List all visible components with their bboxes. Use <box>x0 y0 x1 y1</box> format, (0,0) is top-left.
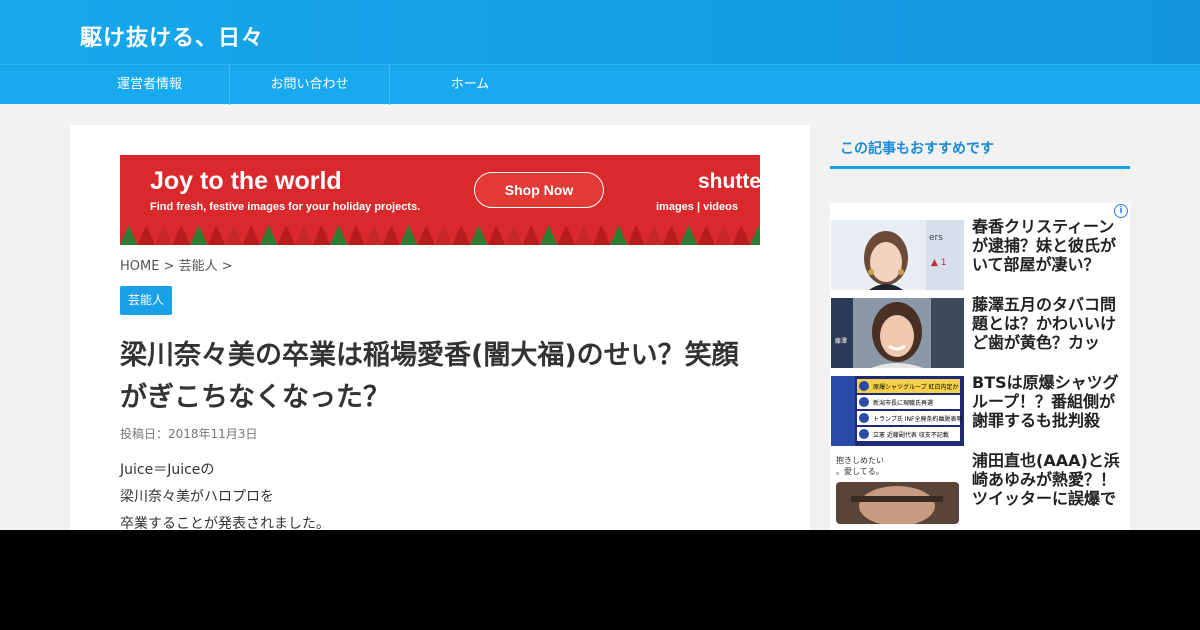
svg-text:藤澤: 藤澤 <box>835 337 847 345</box>
reco-thumbnail: 藤澤 <box>831 298 964 368</box>
tree-shape <box>120 225 138 245</box>
christmas-trees-decoration <box>120 225 760 245</box>
nav-item-about[interactable]: 運営者情報 <box>70 65 230 105</box>
tree-shape <box>452 225 470 245</box>
tree-shape <box>330 225 348 245</box>
site-title[interactable]: 駆け抜ける、日々 <box>80 20 264 52</box>
ad-info-icon[interactable]: i <box>1114 204 1128 218</box>
tree-shape <box>592 225 610 245</box>
post-date: 投稿日：2018年11月3日 <box>120 427 258 441</box>
tree-shape <box>137 225 155 245</box>
tree-shape <box>557 225 575 245</box>
sidebar-heading-text: この記事もおすすめです <box>840 141 994 157</box>
tree-shape <box>715 225 733 245</box>
tree-shape <box>295 225 313 245</box>
thumb-row-text: トランプ氏 INF全廃条約離脱表明 <box>873 415 962 423</box>
body-text: 梁川奈々美がハロプロを <box>120 489 274 505</box>
breadcrumb-home[interactable]: HOME <box>120 259 159 274</box>
tree-shape <box>487 225 505 245</box>
tree-shape <box>225 225 243 245</box>
tree-shape <box>505 225 523 245</box>
sidebar: この記事もおすすめです i ers ▲ 1 春香クリスティーンが逮捕？妹と彼氏が… <box>830 125 1130 530</box>
svg-text:ers: ers <box>929 233 943 243</box>
tree-shape <box>645 225 663 245</box>
reco-item-2[interactable]: 藤澤 藤澤五月のタバコ問題とは？かわいいけど歯が黄色？カップ… <box>830 295 1130 368</box>
ad-brand-logo: shutter <box>698 170 760 193</box>
reco-title: 藤澤五月のタバコ問題とは？かわいいけど歯が黄色？カップ… <box>972 295 1117 353</box>
tree-shape <box>242 225 260 245</box>
tree-shape <box>610 225 628 245</box>
tree-shape <box>347 225 365 245</box>
tree-shape <box>365 225 383 245</box>
tree-shape <box>155 225 173 245</box>
reco-item-1[interactable]: ers ▲ 1 春香クリスティーンが逮捕？妹と彼氏がいて部屋が凄い？引… <box>830 217 1130 290</box>
breadcrumb-separator: > <box>163 259 175 274</box>
svg-text:抱きしめたい: 抱きしめたい <box>836 455 884 465</box>
thumb-row-text: 原爆シャツグループ 紅白内定か <box>873 383 959 391</box>
tree-shape <box>312 225 330 245</box>
reco-thumbnail: 原爆シャツグループ 紅白内定か 新潟市長に現職氏再選 トランプ氏 INF全廃条約… <box>831 376 964 446</box>
thumb-row-text: 立憲 近藤副代表 収支不記載 <box>873 431 949 439</box>
sidebar-heading: この記事もおすすめです <box>830 125 1130 169</box>
browser-viewport: 駆け抜ける、日々 運営者情報 お問い合わせ ホーム Joy to the wor… <box>0 0 1200 530</box>
tree-shape <box>190 225 208 245</box>
tree-shape <box>417 225 435 245</box>
body-text: Juice＝Juiceの <box>120 462 215 478</box>
nav-item-home[interactable]: ホーム <box>390 65 550 105</box>
main-content: Joy to the world Find fresh, festive ima… <box>70 125 810 530</box>
breadcrumb: HOME > 芸能人 > <box>120 255 233 274</box>
tree-shape <box>470 225 488 245</box>
recommended-widget: i ers ▲ 1 春香クリスティーンが逮捕？妹と彼氏がいて部屋が凄い？ 藤澤 … <box>830 203 1130 530</box>
global-nav: 運営者情報 お問い合わせ ホーム <box>0 64 1200 105</box>
reco-title: 浦田直也(AAA)と浜崎あゆみが熱愛？！ツイッターに誤爆で発… <box>972 451 1120 509</box>
tree-shape <box>540 225 558 245</box>
svg-text:。愛してる。: 。愛してる。 <box>836 466 884 476</box>
tree-shape <box>382 225 400 245</box>
tree-shape <box>680 225 698 245</box>
category-badge[interactable]: 芸能人 <box>120 286 173 315</box>
ad-shop-now-button[interactable]: Shop Now <box>474 172 604 208</box>
tree-shape <box>522 225 540 245</box>
tree-shape <box>207 225 225 245</box>
tree-shape <box>732 225 750 245</box>
thumb-row-text: 新潟市長に現職氏再選 <box>873 399 933 407</box>
svg-text:▲ 1: ▲ 1 <box>931 258 947 268</box>
tree-shape <box>697 225 715 245</box>
tree-shape <box>662 225 680 245</box>
tree-shape <box>260 225 278 245</box>
tree-shape <box>400 225 418 245</box>
ad-links: images | videos <box>656 201 738 213</box>
reco-thumbnail: ers ▲ 1 <box>831 220 964 290</box>
body-text: 卒業することが発表されました。 <box>120 516 330 530</box>
tree-shape <box>750 225 760 245</box>
reco-title: BTSは原爆シャツグループ！？番組側が謝罪するも批判殺到… <box>972 373 1119 431</box>
ad-headline: Joy to the world <box>150 167 342 195</box>
breadcrumb-separator: > <box>221 259 233 274</box>
tree-shape <box>575 225 593 245</box>
reco-thumbnail: 抱きしめたい 。愛してる。 <box>831 454 964 524</box>
tree-shape <box>172 225 190 245</box>
breadcrumb-category[interactable]: 芸能人 <box>179 259 218 274</box>
post-title: 梁川奈々美の卒業は稲場愛香(闇大福)のせい？笑顔がぎこちなくなった？ <box>120 340 739 413</box>
nav-item-contact[interactable]: お問い合わせ <box>230 65 390 105</box>
site-header: 駆け抜ける、日々 <box>0 0 1200 64</box>
banner-ad[interactable]: Joy to the world Find fresh, festive ima… <box>120 155 760 245</box>
ad-subline: Find fresh, festive images for your holi… <box>150 201 421 213</box>
tree-shape <box>277 225 295 245</box>
tree-shape <box>627 225 645 245</box>
tree-shape <box>435 225 453 245</box>
reco-title: 春香クリスティーンが逮捕？妹と彼氏がいて部屋が凄い？引… <box>972 217 1117 275</box>
reco-item-4[interactable]: 抱きしめたい 。愛してる。 浦田直也(AAA)と浜崎あゆみが熱愛？！ツイッターに… <box>830 451 1130 524</box>
reco-item-3[interactable]: 原爆シャツグループ 紅白内定か 新潟市長に現職氏再選 トランプ氏 INF全廃条約… <box>830 373 1130 446</box>
